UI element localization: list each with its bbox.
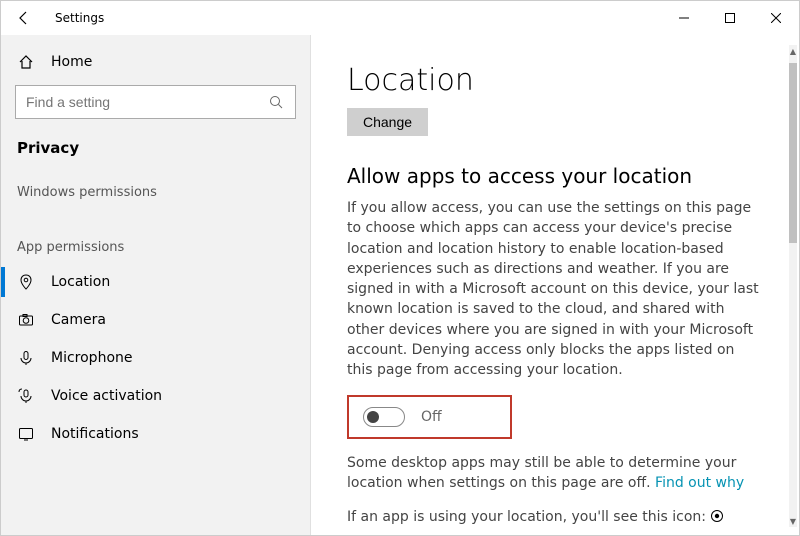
search-input-box[interactable] <box>15 85 296 119</box>
notifications-icon <box>17 425 35 443</box>
sidebar-item-label: Voice activation <box>51 388 162 404</box>
desktop-apps-note: Some desktop apps may still be able to d… <box>347 453 759 494</box>
sidebar-item-label: Camera <box>51 312 106 328</box>
toggle-pill-icon <box>363 407 405 427</box>
title-bar: Settings <box>1 1 799 35</box>
main-content: Location Change Allow apps to access you… <box>311 35 799 535</box>
sidebar: Home Privacy Windows permissions App per… <box>1 35 311 535</box>
sidebar-item-label: Microphone <box>51 350 133 366</box>
scroll-down-arrow-icon[interactable]: ▼ <box>789 515 797 527</box>
sidebar-item-camera[interactable]: Camera <box>1 301 310 339</box>
location-access-toggle[interactable]: Off <box>347 395 512 439</box>
change-button[interactable]: Change <box>347 108 428 136</box>
scroll-thumb[interactable] <box>789 63 797 243</box>
voice-activation-icon <box>17 387 35 405</box>
sidebar-item-label: Home <box>51 54 92 70</box>
find-out-why-link[interactable]: Find out why <box>655 475 744 491</box>
minimize-button[interactable] <box>661 1 707 35</box>
location-in-use-icon <box>710 509 724 525</box>
sidebar-item-microphone[interactable]: Microphone <box>1 339 310 377</box>
sidebar-category: Privacy <box>1 137 310 167</box>
page-title: Location <box>347 63 759 98</box>
sidebar-group-windows-permissions[interactable]: Windows permissions <box>1 167 310 208</box>
search-icon <box>267 93 285 111</box>
in-use-text: If an app is using your location, you'll… <box>347 509 710 525</box>
sidebar-item-voice-activation[interactable]: Voice activation <box>1 377 310 415</box>
section-description: If you allow access, you can use the set… <box>347 198 759 381</box>
close-button[interactable] <box>753 1 799 35</box>
maximize-button[interactable] <box>707 1 753 35</box>
sidebar-item-location[interactable]: Location <box>1 263 310 301</box>
back-icon[interactable] <box>15 9 33 27</box>
in-use-note: If an app is using your location, you'll… <box>347 507 759 527</box>
section-title: Allow apps to access your location <box>347 164 759 188</box>
sidebar-item-notifications[interactable]: Notifications <box>1 415 310 453</box>
sidebar-item-label: Location <box>51 274 110 290</box>
sidebar-item-home[interactable]: Home <box>1 49 310 85</box>
vertical-scrollbar[interactable]: ▲ ▼ <box>789 45 797 527</box>
app-title: Settings <box>55 11 104 25</box>
camera-icon <box>17 311 35 329</box>
search-input[interactable] <box>26 94 267 110</box>
microphone-icon <box>17 349 35 367</box>
scroll-up-arrow-icon[interactable]: ▲ <box>789 45 797 57</box>
sidebar-group-app-permissions: App permissions <box>1 208 310 263</box>
toggle-label: Off <box>421 409 442 425</box>
location-icon <box>17 273 35 291</box>
home-icon <box>17 53 35 71</box>
sidebar-item-label: Notifications <box>51 426 139 442</box>
